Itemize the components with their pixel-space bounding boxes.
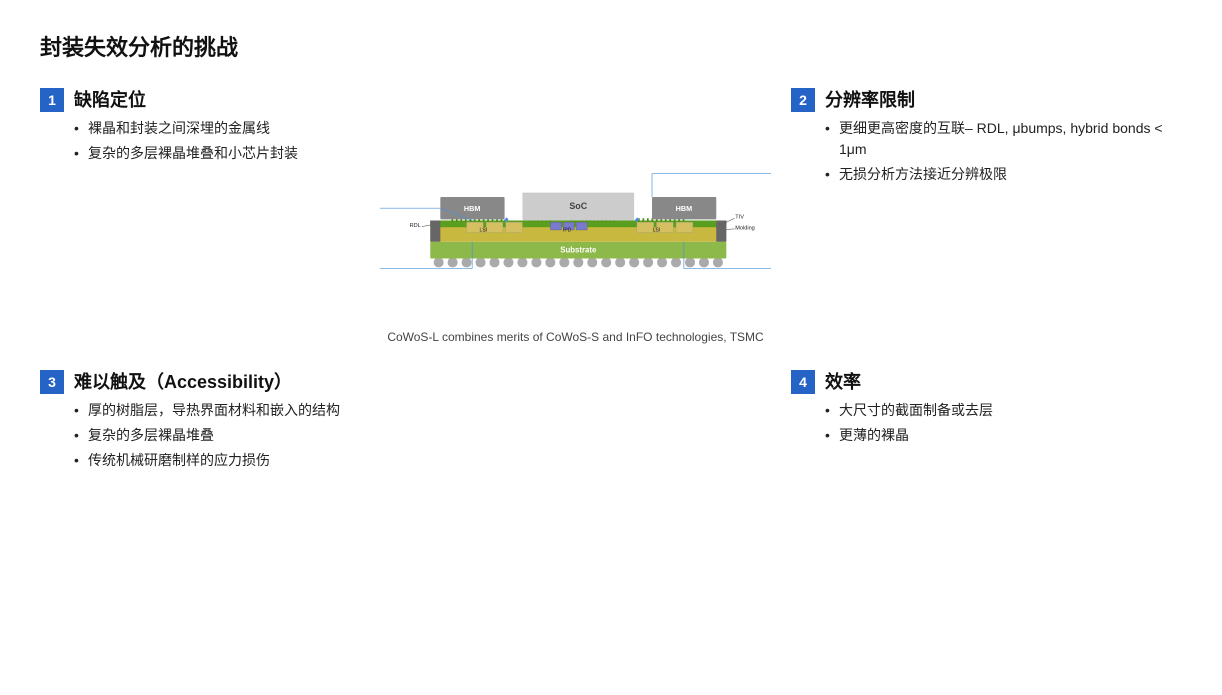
section3-bullet2: 复杂的多层裸晶堆叠 xyxy=(74,425,340,446)
bottom-section: 3 难以触及（Accessibility） 厚的树脂层，导热界面材料和嵌入的结构… xyxy=(40,368,1182,483)
lsi-right-chip3 xyxy=(676,222,693,232)
section2-bullet2: 无损分析方法接近分辨极限 xyxy=(825,164,1182,185)
section3-bullet1: 厚的树脂层，导热界面材料和嵌入的结构 xyxy=(74,400,340,421)
molding-line xyxy=(726,229,734,230)
substrate-label: Substrate xyxy=(560,245,597,254)
section1-panel: 1 缺陷定位 裸晶和封装之间深埋的金属线 复杂的多层裸晶堆叠和小芯片封装 xyxy=(40,86,380,176)
diagram-caption: CoWoS-L combines merits of CoWoS-S and I… xyxy=(380,330,771,344)
section2-badge: 2 xyxy=(791,88,815,112)
diagram-svg: Substrate xyxy=(380,96,771,326)
section2-bullet1: 更细更高密度的互联– RDL, μbumps, hybrid bonds < 1… xyxy=(825,118,1182,160)
section3-badge: 3 xyxy=(40,370,64,394)
lsi-right-chip1 xyxy=(637,222,654,232)
section1-title: 缺陷定位 xyxy=(74,86,298,112)
section2-bullets: 更细更高密度的互联– RDL, μbumps, hybrid bonds < 1… xyxy=(825,118,1182,185)
section3-bullet3: 传统机械研磨制样的应力损伤 xyxy=(74,450,340,471)
section4-panel: 4 效率 大尺寸的截面制备或去层 更薄的裸晶 xyxy=(771,368,1182,458)
page-title: 封装失效分析的挑战 xyxy=(40,30,1182,62)
section4-bullets: 大尺寸的截面制备或去层 更薄的裸晶 xyxy=(825,400,993,446)
molding-right xyxy=(716,220,726,241)
molding-left xyxy=(430,220,440,241)
ipd-chip1 xyxy=(550,222,561,230)
section4-badge: 4 xyxy=(791,370,815,394)
ipd-text: IPD xyxy=(563,228,572,234)
section4-title: 效率 xyxy=(825,368,993,394)
rdl-line xyxy=(422,225,430,227)
lsi-left-chip3 xyxy=(506,222,523,232)
bump-hbm-right-2 xyxy=(643,218,645,221)
soc-label: SoC xyxy=(569,201,587,211)
diagram-container: Substrate xyxy=(380,86,771,362)
lsi-right-text: LSI xyxy=(653,228,661,234)
section1-bullet2: 复杂的多层裸晶堆叠和小芯片封装 xyxy=(74,143,298,164)
lsi-left-chip2 xyxy=(486,222,503,232)
section2-title: 分辨率限制 xyxy=(825,86,1182,112)
section3-bullets: 厚的树脂层，导热界面材料和嵌入的结构 复杂的多层裸晶堆叠 传统机械研磨制样的应力… xyxy=(74,400,340,471)
bump-hbm-right-3 xyxy=(647,218,649,221)
molding-text: Molding xyxy=(735,225,755,231)
rdl-text: RDL xyxy=(410,223,421,229)
section3-title: 难以触及（Accessibility） xyxy=(74,368,340,394)
section4-bullet1: 大尺寸的截面制备或去层 xyxy=(825,400,993,421)
section1-bullets: 裸晶和封装之间深埋的金属线 复杂的多层裸晶堆叠和小芯片封装 xyxy=(74,118,298,164)
lsi-left-text: LSI xyxy=(480,228,488,234)
section2-panel: 2 分辨率限制 更细更高密度的互联– RDL, μbumps, hybrid b… xyxy=(771,86,1182,197)
tiv-text: TIV xyxy=(735,214,744,220)
main-layout: 1 缺陷定位 裸晶和封装之间深埋的金属线 复杂的多层裸晶堆叠和小芯片封装 xyxy=(40,86,1182,483)
ipd-chip3 xyxy=(576,222,587,230)
section1-bullet1: 裸晶和封装之间深埋的金属线 xyxy=(74,118,298,139)
section1-badge: 1 xyxy=(40,88,64,112)
tiv-line xyxy=(725,218,734,222)
hbm-left-label: HBM xyxy=(464,204,481,213)
solder-balls xyxy=(434,257,723,267)
section3-panel: 3 难以触及（Accessibility） 厚的树脂层，导热界面材料和嵌入的结构… xyxy=(40,368,380,483)
section4-bullet2: 更薄的裸晶 xyxy=(825,425,993,446)
hbm-right-label: HBM xyxy=(676,204,693,213)
